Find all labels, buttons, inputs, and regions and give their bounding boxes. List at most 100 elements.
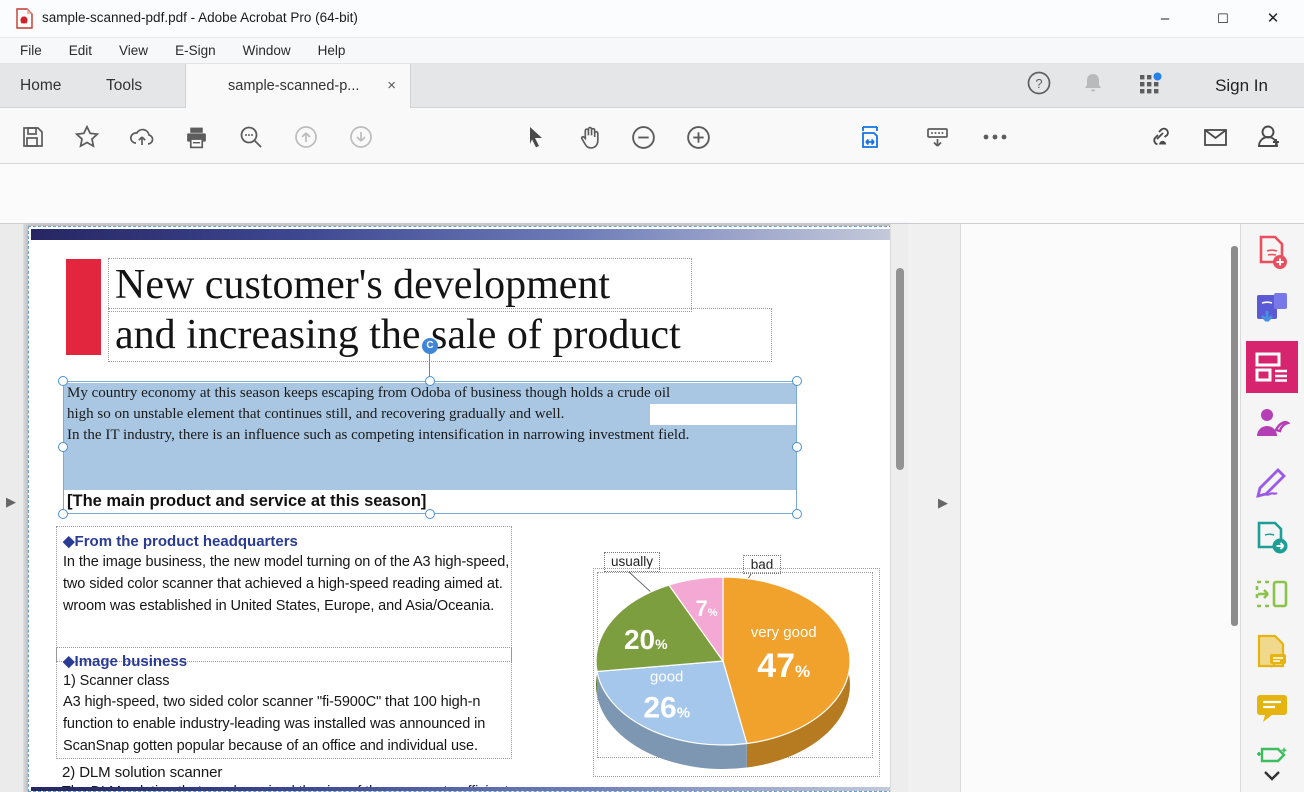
selection-highlight [64,446,796,490]
section2-line3: ScanSnap gotten popular because of an of… [63,738,505,754]
menu-window[interactable]: Window [243,43,291,58]
menu-help[interactable]: Help [318,43,346,58]
zoom-in-icon[interactable] [683,122,713,152]
apps-grid-icon[interactable] [1136,70,1168,102]
organize-pages-icon[interactable] [1249,571,1295,617]
next-page-icon[interactable] [346,122,376,152]
svg-text:very good: very good [751,624,817,641]
section2-line2: function to enable industry-leading was … [63,716,505,732]
section2-line1: A3 high-speed, two sided color scanner "… [63,694,505,710]
edit-pdf-rail-icon[interactable] [1249,344,1295,390]
previous-page-icon[interactable] [291,122,321,152]
tab-document[interactable]: sample-scanned-p... × [185,64,411,108]
star-icon[interactable] [72,122,102,152]
section1-title: ◆From the product headquarters [63,532,505,550]
page-comment-icon[interactable] [1249,629,1295,675]
selection-handle[interactable] [58,376,68,386]
section2-title: ◆Image business [63,652,505,670]
heading-line1-box[interactable]: New customer's development [108,258,692,312]
fit-width-icon[interactable] [855,122,885,152]
selection-handle[interactable] [58,442,68,452]
page-top-banner [31,229,911,240]
tab-tools[interactable]: Tools [92,64,156,108]
subheading: [The main product and service at this se… [67,492,426,511]
title-bar: sample-scanned-pdf.pdf - Adobe Acrobat P… [0,0,1304,38]
heading-line2: and increasing the sale of product [115,311,765,359]
maximize-button[interactable]: ☐ [1200,0,1246,37]
menu-bar: File Edit View E-Sign Window Help [0,38,1304,64]
selection-handle[interactable] [792,442,802,452]
sign-in-button[interactable]: Sign In [1201,64,1282,108]
more-tools-ellipsis-icon[interactable] [980,122,1010,152]
tab-close-icon[interactable]: × [387,64,396,108]
notifications-bell-icon[interactable] [1080,70,1112,102]
menu-edit[interactable]: Edit [69,43,92,58]
document-canvas: New customer's development and increasin… [24,224,914,792]
svg-text:?: ? [1035,76,1042,91]
selection-handle[interactable] [792,509,802,519]
print-icon[interactable] [181,122,211,152]
edit-pdf-toolbar: Edit PDF Edit Add Text Add Image Link ▾ … [0,164,1304,224]
section1-box[interactable]: ◆From the product headquarters In the im… [56,526,512,662]
heading-red-block [66,259,101,355]
zoom-out-icon[interactable] [628,122,658,152]
close-window-button[interactable]: ✕ [1250,0,1296,37]
tab-bar: Home Tools sample-scanned-p... × ? Sign … [0,64,1304,108]
save-icon[interactable] [18,122,48,152]
document-scrollbar-thumb[interactable] [896,268,904,470]
select-tool-icon[interactable] [521,122,551,152]
help-icon[interactable]: ? [1026,70,1058,102]
create-pdf-icon[interactable] [1249,230,1295,276]
panel-scrollbar-thumb[interactable] [1231,246,1238,626]
scroll-mode-icon[interactable] [922,122,952,152]
section2-item2: 2) DLM solution scanner [62,764,222,781]
acrobat-file-icon [16,8,33,29]
comment-bubble-icon[interactable] [1249,685,1295,731]
request-esignatures-icon[interactable] [1249,400,1295,446]
pie-chart[interactable]: very good47%good26%20%7% [589,572,889,792]
paragraph-line2: high so on unstable element that continu… [67,406,564,423]
tab-home[interactable]: Home [6,64,75,108]
menu-esign[interactable]: E-Sign [175,43,216,58]
selection-handle[interactable] [58,509,68,519]
left-panel-strip: ▶ [0,224,24,792]
section2-item1: 1) Scanner class [63,673,505,689]
section1-line3: wroom was established in United States, … [63,598,505,614]
menu-file[interactable]: File [20,43,42,58]
panel-collapse-icon[interactable]: ▶ [938,495,948,511]
section2-box[interactable]: ◆Image business 1) Scanner class A3 high… [56,647,512,759]
format-panel: FORMAT *Minion Pro-9418 ▾ 11.50 ▾ T T T … [960,224,1240,792]
main-toolbar: / 1 78.3% ▾ ▾ [0,108,1304,164]
export-share-pdf-icon[interactable] [1249,515,1295,561]
panel-gutter: ▶ [908,224,960,792]
heading-line1: New customer's development [115,261,685,309]
rail-scroll-down-icon[interactable] [1249,766,1295,786]
tab-document-label: sample-scanned-p... [228,78,359,94]
fill-and-sign-icon[interactable] [1249,458,1295,504]
selection-handle[interactable] [792,376,802,386]
share-link-icon[interactable] [1144,122,1174,152]
minimize-button[interactable]: – [1142,0,1188,37]
share-with-people-icon[interactable] [1254,122,1284,152]
section1-line1: In the image business, the new model tur… [63,554,505,570]
rotate-handle[interactable]: C [422,338,438,354]
paragraph-line3: In the IT industry, there is an influenc… [67,427,689,444]
menu-view[interactable]: View [119,43,148,58]
selected-text-block[interactable]: My country economy at this season keeps … [63,381,797,514]
document-scrollbar[interactable] [890,224,908,792]
paragraph-line1: My country economy at this season keeps … [67,385,670,402]
pie-callout-usually-label: usually [611,554,653,569]
email-icon[interactable] [1200,122,1230,152]
page-bottom-banner [31,787,911,792]
hand-tool-icon[interactable] [575,122,605,152]
selection-handle[interactable] [425,376,435,386]
search-icon[interactable] [236,122,266,152]
cloud-upload-icon[interactable] [127,122,157,152]
pdf-page[interactable]: New customer's development and increasin… [28,226,912,792]
window-title: sample-scanned-pdf.pdf - Adobe Acrobat P… [42,10,358,25]
heading-line2-box[interactable]: and increasing the sale of product [108,308,772,362]
selection-handle[interactable] [425,509,435,519]
acrobat-window: sample-scanned-pdf.pdf - Adobe Acrobat P… [0,0,1304,792]
left-panel-expand-icon[interactable]: ▶ [6,494,16,510]
export-pdf-icon[interactable] [1249,286,1295,332]
